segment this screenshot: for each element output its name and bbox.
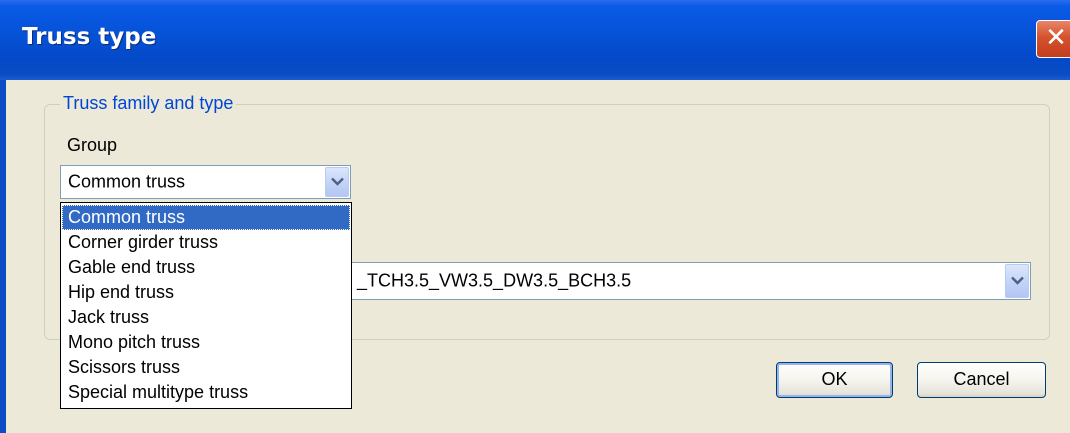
dropdown-option-scissors-truss[interactable]: Scissors truss (62, 355, 350, 380)
close-button[interactable]: ✕ (1036, 20, 1070, 58)
group-dropdown-list: Common truss Corner girder truss Gable e… (60, 202, 352, 409)
close-icon: ✕ (1045, 23, 1067, 53)
dropdown-option-hip-end-truss[interactable]: Hip end truss (62, 280, 350, 305)
dropdown-option-special-multitype-truss[interactable]: Special multitype truss (62, 380, 350, 405)
group-combobox[interactable]: Common truss (60, 165, 351, 199)
groupbox-legend: Truss family and type (60, 93, 237, 114)
dropdown-option-jack-truss[interactable]: Jack truss (62, 305, 350, 330)
group-label: Group (67, 135, 118, 155)
ok-button[interactable]: OK (776, 362, 893, 398)
chevron-down-icon (331, 177, 344, 186)
group-combobox-value: Common truss (68, 171, 186, 192)
window-title: Truss type (22, 24, 157, 50)
group-combobox-dropdown-button[interactable] (325, 167, 349, 197)
dropdown-option-mono-pitch-truss[interactable]: Mono pitch truss (62, 330, 350, 355)
title-bar[interactable]: Truss type ✕ (0, 0, 1070, 80)
window-left-border (0, 80, 6, 433)
truss-type-combobox[interactable]: _TCH3.5_VW3.5_DW3.5_BCH3.5 (350, 262, 1031, 300)
dialog-window: Truss type ✕ Truss family and type Group… (0, 0, 1070, 433)
truss-type-combobox-dropdown-button[interactable] (1005, 264, 1029, 298)
chevron-down-icon (1011, 276, 1024, 285)
dropdown-option-common-truss[interactable]: Common truss (62, 205, 350, 230)
cancel-button[interactable]: Cancel (917, 362, 1046, 398)
truss-type-combobox-value: _TCH3.5_VW3.5_DW3.5_BCH3.5 (357, 270, 632, 291)
dropdown-option-gable-end-truss[interactable]: Gable end truss (62, 255, 350, 280)
dropdown-option-corner-girder-truss[interactable]: Corner girder truss (62, 230, 350, 255)
